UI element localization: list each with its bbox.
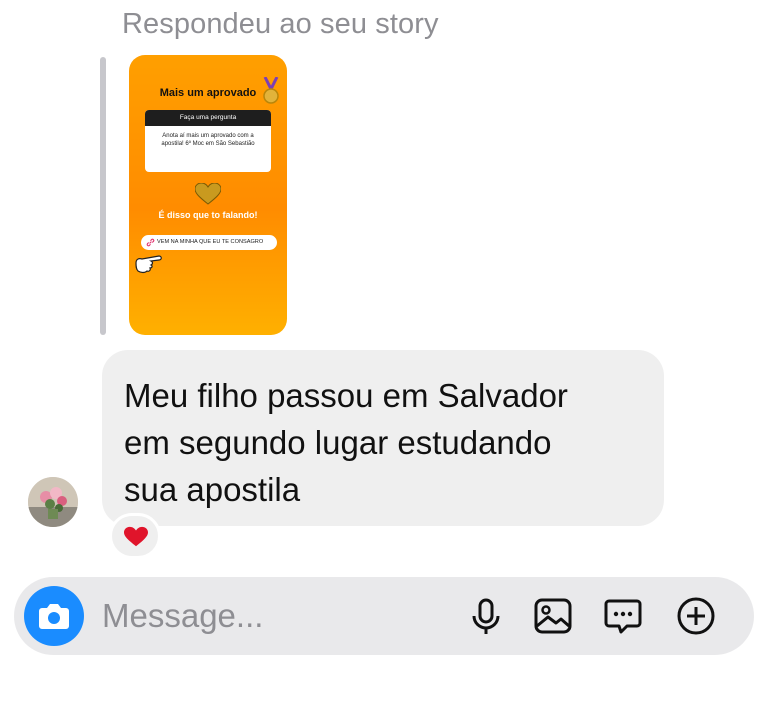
story-preview[interactable]: Mais um aprovado Faça uma pergunta Anota… xyxy=(129,55,287,335)
question-sticker-header: Faça uma pergunta xyxy=(145,110,271,126)
question-sticker: Faça uma pergunta Anota aí mais um aprov… xyxy=(145,110,271,172)
medal-icon xyxy=(263,77,279,104)
pointing-hand-icon xyxy=(135,255,162,274)
message-line: em segundo lugar estudando xyxy=(124,424,552,461)
flowers-avatar-icon xyxy=(28,477,78,527)
heart-icon xyxy=(124,526,148,547)
microphone-icon[interactable] xyxy=(466,596,506,636)
message-composer xyxy=(14,577,754,655)
avatar[interactable] xyxy=(28,477,78,527)
gallery-icon[interactable] xyxy=(533,596,573,636)
story-link-text: VEM NA MINHA QUE EU TE CONSAGRO xyxy=(157,239,264,245)
camera-button[interactable] xyxy=(24,586,84,646)
camera-icon xyxy=(39,604,69,629)
story-tagline: É disso que to falando! xyxy=(158,210,258,220)
question-sticker-answer: Anota aí mais um aprovado com a apostila… xyxy=(161,133,255,147)
heart-reaction[interactable] xyxy=(109,513,161,559)
message-input[interactable] xyxy=(102,596,442,636)
reply-indicator-bar xyxy=(100,57,106,335)
plus-icon[interactable] xyxy=(676,596,716,636)
message-bubble[interactable]: Meu filho passou em Salvador em segundo … xyxy=(102,350,664,526)
reply-header: Respondeu ao seu story xyxy=(122,8,439,40)
message-line: sua apostila xyxy=(124,471,301,508)
sticker-icon[interactable] xyxy=(603,596,643,636)
link-icon xyxy=(146,238,155,247)
golden-heart-icon xyxy=(195,183,221,205)
story-link-sticker: VEM NA MINHA QUE EU TE CONSAGRO xyxy=(141,235,277,250)
message-line: Meu filho passou em Salvador xyxy=(124,377,568,414)
